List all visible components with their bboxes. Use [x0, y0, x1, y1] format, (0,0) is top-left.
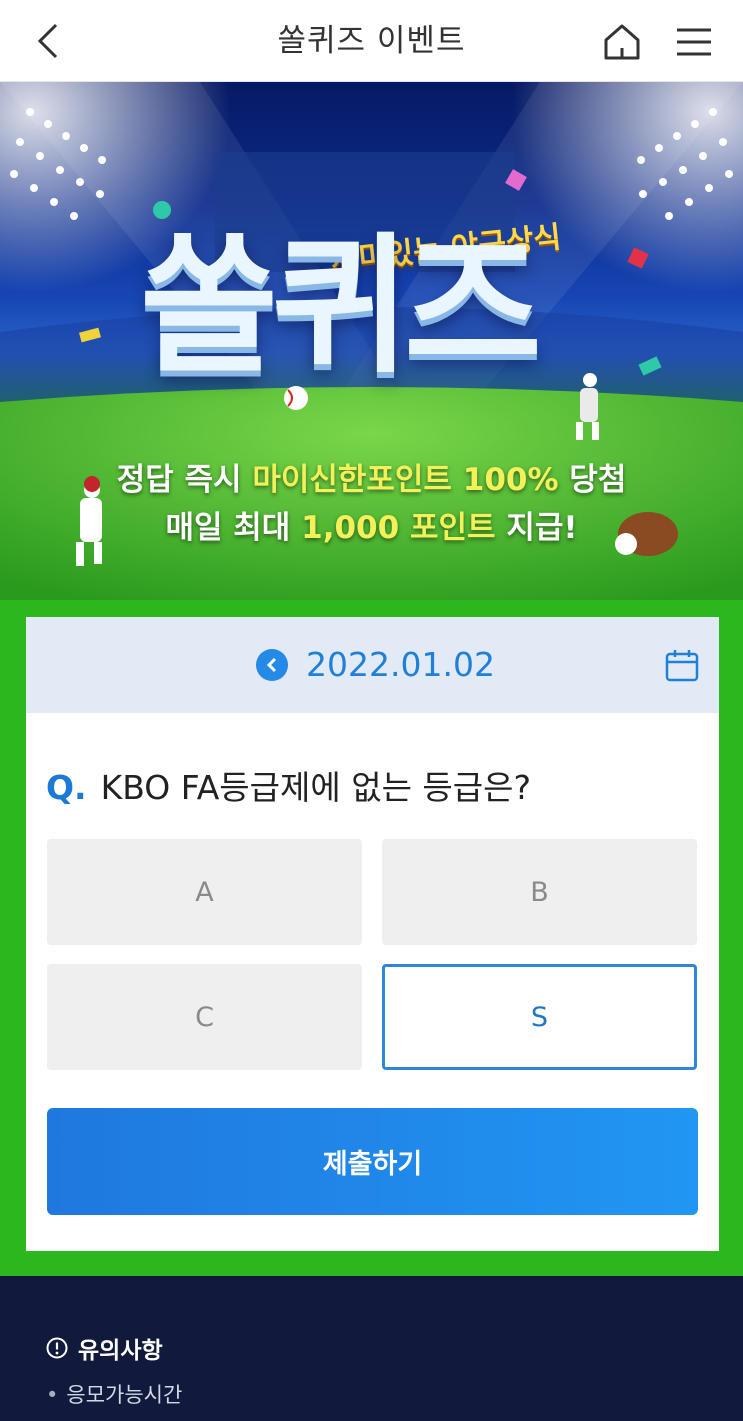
- notice-header: 유의사항: [46, 1331, 163, 1365]
- notice-item-text: 응모가능시간: [66, 1383, 183, 1407]
- quiz-question: Q. KBO FA등급제에 없는 등급은?: [46, 761, 531, 809]
- banner-line-2-text: 매일 최대: [165, 510, 302, 546]
- option-b-button[interactable]: B: [382, 839, 697, 945]
- banner-line-1: 정답 즉시 마이신한포인트 100% 당첨: [0, 454, 743, 499]
- banner-line-1-suffix: 당첨: [558, 462, 627, 498]
- submit-button[interactable]: 제출하기: [47, 1108, 698, 1215]
- option-c-button[interactable]: C: [47, 964, 362, 1070]
- chevron-left-circle-icon: [266, 657, 277, 673]
- home-icon: [604, 24, 640, 60]
- option-a-button[interactable]: A: [47, 839, 362, 945]
- date-bar: 2022.01.02: [26, 617, 719, 713]
- bullet-icon: •: [46, 1383, 59, 1407]
- info-circle-icon: [46, 1337, 68, 1359]
- banner-title: 쏠퀴즈: [140, 220, 542, 394]
- banner-line-1-text: 정답 즉시: [116, 462, 253, 498]
- hamburger-menu-icon: [677, 28, 711, 56]
- question-text: KBO FA등급제에 없는 등급은?: [100, 768, 532, 807]
- notice-section: 유의사항 • 응모가능시간: [0, 1276, 743, 1421]
- question-label: Q.: [46, 768, 87, 807]
- menu-button[interactable]: [672, 20, 716, 64]
- banner-line-2-suffix: 지급!: [495, 510, 578, 546]
- app-header: 쏠퀴즈 이벤트: [0, 0, 743, 82]
- notice-item: • 응모가능시간: [46, 1379, 182, 1409]
- banner-line-1-highlight: 마이신한포인트 100%: [252, 462, 559, 498]
- option-s-button[interactable]: S: [382, 964, 697, 1070]
- quiz-date: 2022.01.02: [306, 645, 495, 684]
- banner-line-2-highlight: 1,000 포인트: [301, 510, 496, 546]
- banner-line-2: 매일 최대 1,000 포인트 지급!: [0, 502, 743, 547]
- prev-date-button[interactable]: [256, 649, 288, 681]
- event-banner: 재미있는 야구상식 쏠퀴즈 정답 즉시 마이신한포인트 100% 당첨 매일 최…: [0, 82, 743, 622]
- notice-title: 유의사항: [78, 1338, 163, 1364]
- home-button[interactable]: [600, 20, 644, 64]
- calendar-icon[interactable]: [664, 647, 700, 683]
- quiz-card: 2022.01.02 Q. KBO FA등급제에 없는 등급은? A B C S …: [26, 617, 719, 1251]
